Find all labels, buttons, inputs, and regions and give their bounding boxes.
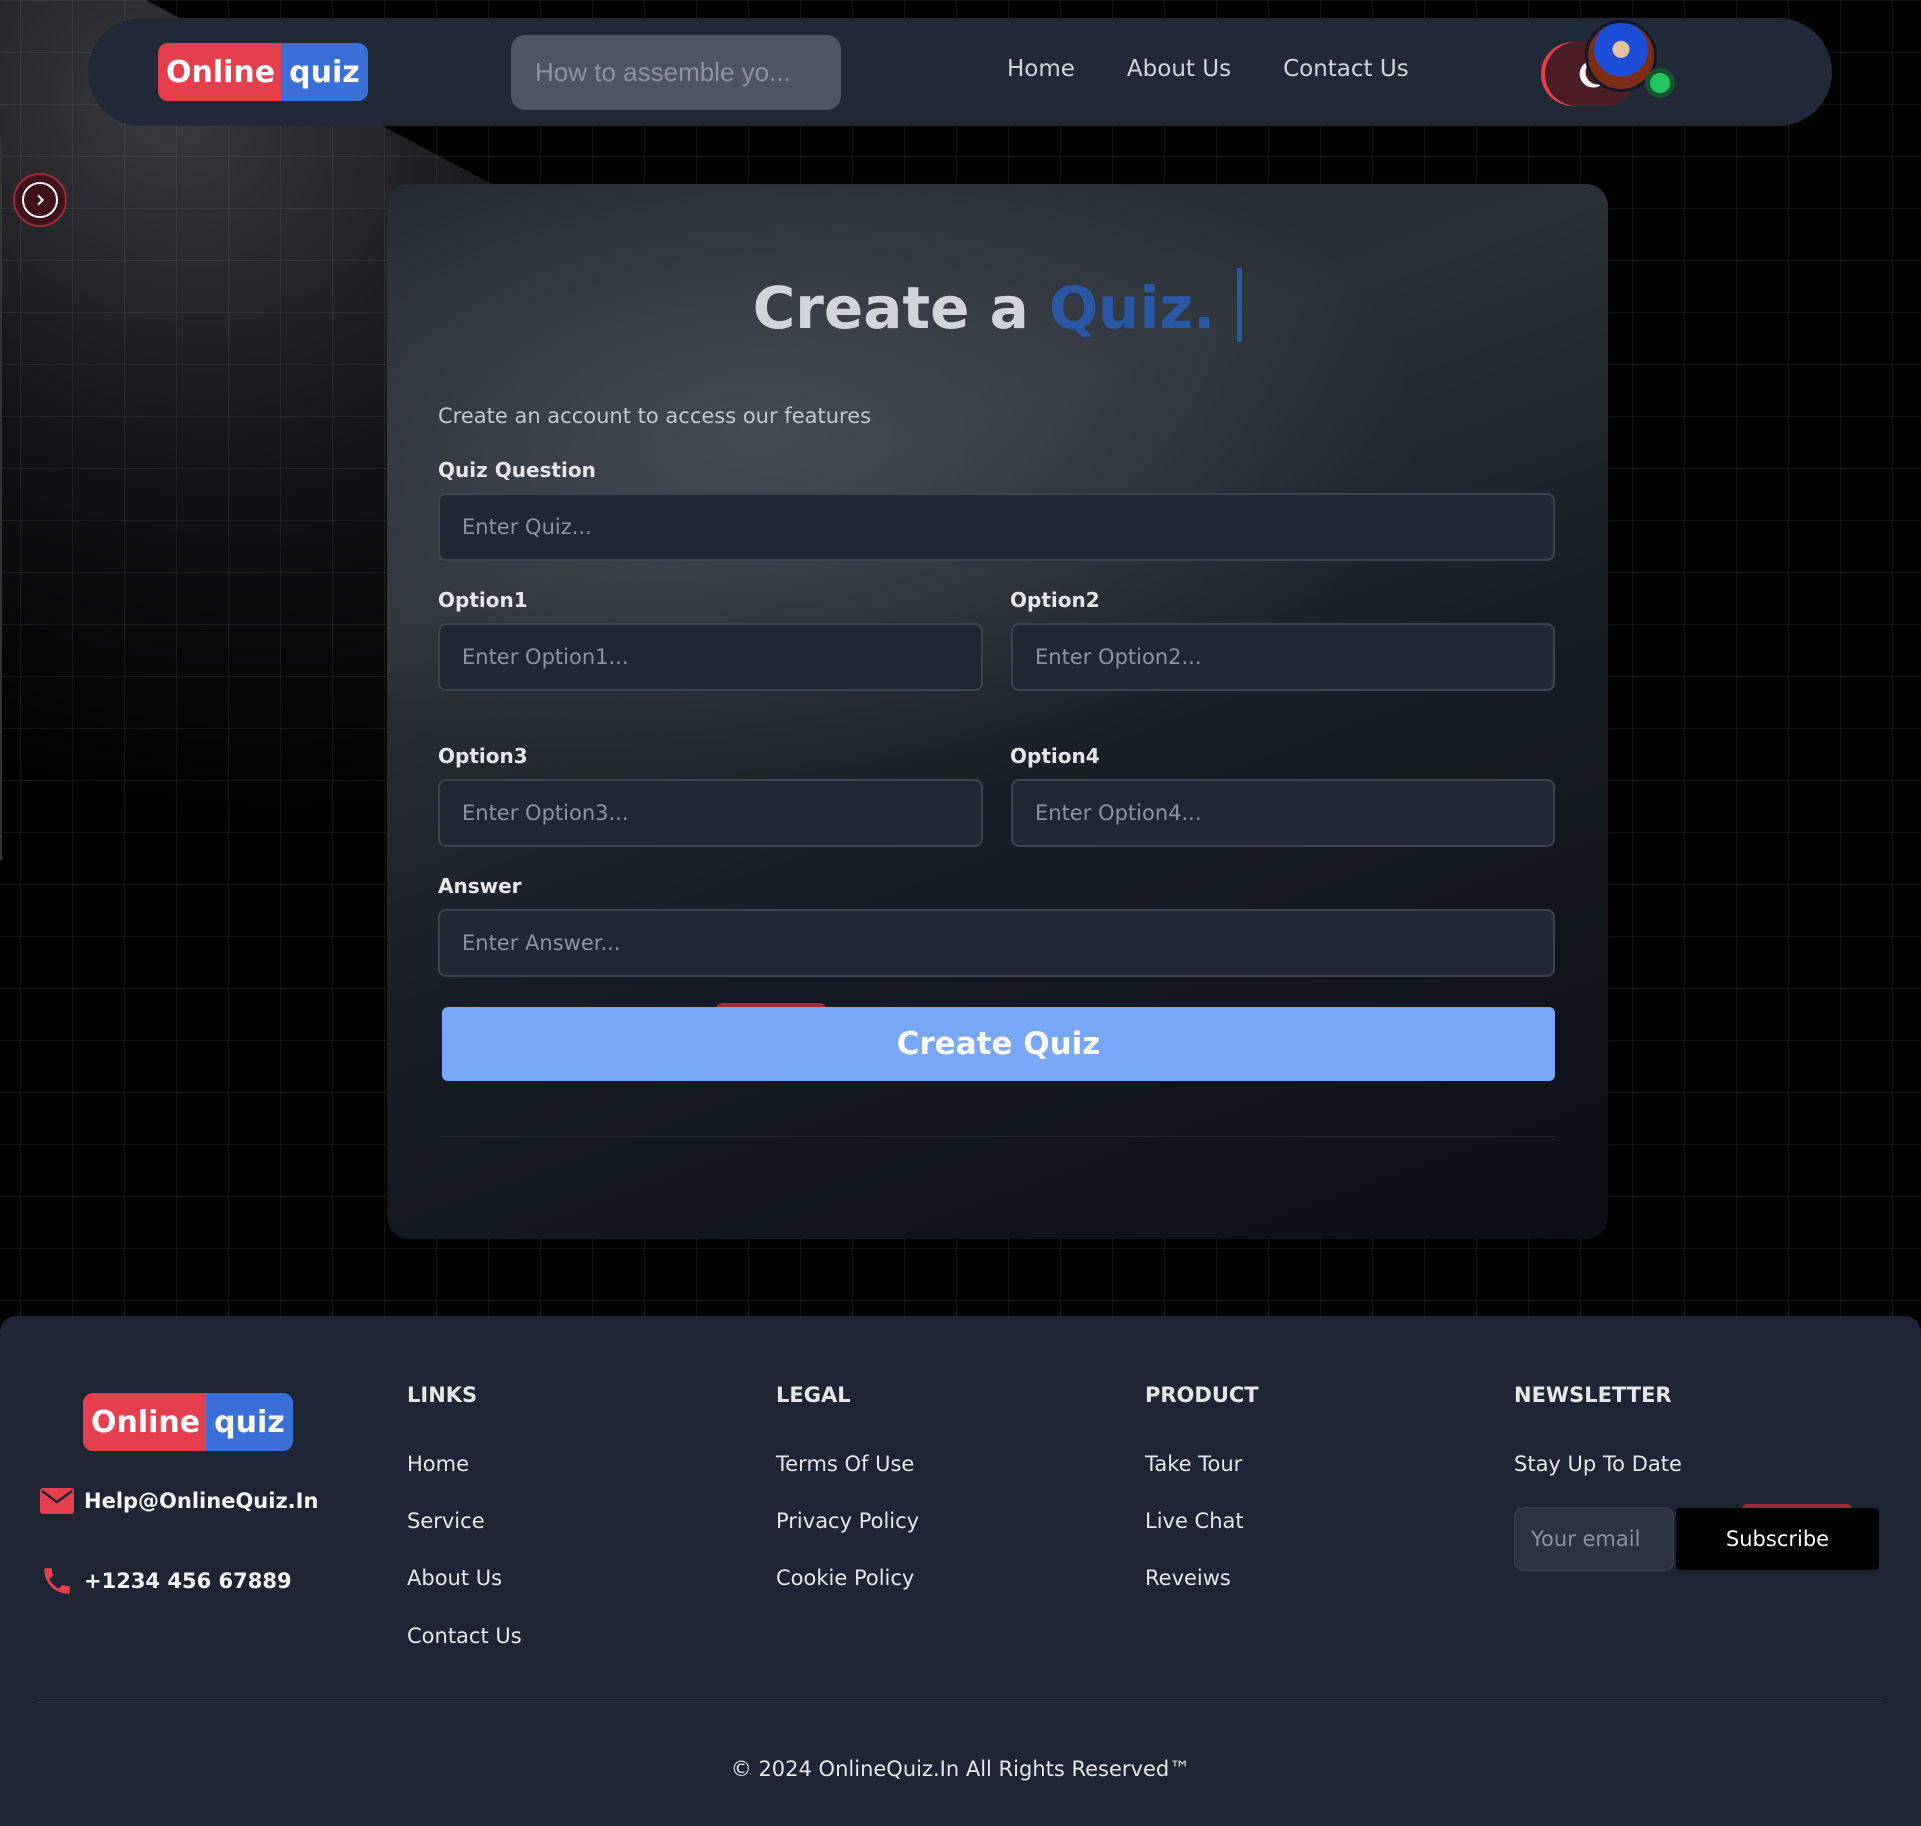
logo-online: Online bbox=[158, 43, 282, 101]
copyright-text: © 2024 OnlineQuiz.In All Rights Reserved… bbox=[730, 1757, 1191, 1781]
option2-input[interactable] bbox=[1011, 623, 1555, 691]
footer-link-about-us[interactable]: About Us bbox=[407, 1566, 502, 1590]
nav-home[interactable]: Home bbox=[1007, 56, 1075, 82]
footer-link-privacy[interactable]: Privacy Policy bbox=[776, 1509, 919, 1533]
newsletter-email-input[interactable] bbox=[1514, 1507, 1674, 1571]
phone-icon bbox=[44, 1568, 70, 1594]
footer-email-text: Help@OnlineQuiz.In bbox=[84, 1489, 319, 1513]
create-quiz-button[interactable]: Create Quiz bbox=[442, 1007, 1555, 1081]
subscribe-button[interactable]: Subscribe bbox=[1676, 1508, 1879, 1570]
footer-link-take-tour[interactable]: Take Tour bbox=[1145, 1452, 1242, 1476]
search-input[interactable] bbox=[535, 57, 870, 88]
typing-caret bbox=[1237, 268, 1243, 342]
option3-label: Option3 bbox=[438, 744, 528, 768]
title-prefix: Create a bbox=[752, 274, 1049, 342]
option1-input[interactable] bbox=[438, 623, 983, 691]
footer-link-terms[interactable]: Terms Of Use bbox=[776, 1452, 914, 1476]
logo-quiz: quiz bbox=[281, 43, 368, 101]
option2-label: Option2 bbox=[1010, 588, 1100, 612]
footer-logo-quiz: quiz bbox=[206, 1393, 293, 1451]
title-accent: Quiz. bbox=[1048, 274, 1216, 342]
answer-label: Answer bbox=[438, 874, 522, 898]
footer-phone-text: +1234 456 67889 bbox=[84, 1569, 292, 1593]
footer-link-live-chat[interactable]: Live Chat bbox=[1145, 1509, 1244, 1533]
footer-link-reviews[interactable]: Reveiws bbox=[1145, 1566, 1231, 1590]
footer-phone[interactable]: +1234 456 67889 bbox=[40, 1564, 292, 1598]
site-logo[interactable]: Online quiz bbox=[158, 43, 368, 101]
nav-contact-us[interactable]: Contact Us bbox=[1283, 56, 1409, 82]
main-nav: Home About Us Contact Us bbox=[1007, 56, 1409, 82]
form-subtitle: Create an account to access our features bbox=[438, 404, 872, 428]
option1-label: Option1 bbox=[438, 588, 528, 612]
quiz-question-label: Quiz Question bbox=[438, 458, 596, 482]
sidebar-edge bbox=[0, 140, 2, 860]
sidebar-toggle-button[interactable] bbox=[13, 173, 67, 227]
legal-heading: LEGAL bbox=[776, 1383, 851, 1407]
footer-divider bbox=[38, 1702, 1883, 1703]
footer-link-service[interactable]: Service bbox=[407, 1509, 485, 1533]
option3-input[interactable] bbox=[438, 779, 983, 847]
newsletter-text: Stay Up To Date bbox=[1514, 1452, 1682, 1476]
footer-link-cookie[interactable]: Cookie Policy bbox=[776, 1566, 914, 1590]
footer-link-home[interactable]: Home bbox=[407, 1452, 469, 1476]
card-divider bbox=[440, 1136, 1555, 1137]
online-status-dot bbox=[1645, 68, 1675, 98]
option4-label: Option4 bbox=[1010, 744, 1100, 768]
footer-email[interactable]: Help@OnlineQuiz.In bbox=[40, 1488, 318, 1514]
footer-logo-online: Online bbox=[83, 1393, 207, 1451]
newsletter-heading: NEWSLETTER bbox=[1514, 1383, 1672, 1407]
answer-input[interactable] bbox=[438, 909, 1555, 977]
quiz-question-input[interactable] bbox=[438, 493, 1555, 561]
chevron-right-icon bbox=[37, 194, 45, 206]
nav-about-us[interactable]: About Us bbox=[1127, 56, 1231, 82]
footer-logo[interactable]: Online quiz bbox=[83, 1393, 293, 1451]
mail-icon bbox=[40, 1488, 74, 1514]
product-heading: PRODUCT bbox=[1145, 1383, 1259, 1407]
top-navbar: Online quiz Home About Us Contact Us bbox=[88, 18, 1832, 126]
page-title: Create a Quiz. bbox=[387, 268, 1608, 342]
option4-input[interactable] bbox=[1011, 779, 1555, 847]
search-bar bbox=[511, 35, 870, 110]
links-heading: LINKS bbox=[407, 1383, 478, 1407]
footer-link-contact-us[interactable]: Contact Us bbox=[407, 1624, 522, 1648]
